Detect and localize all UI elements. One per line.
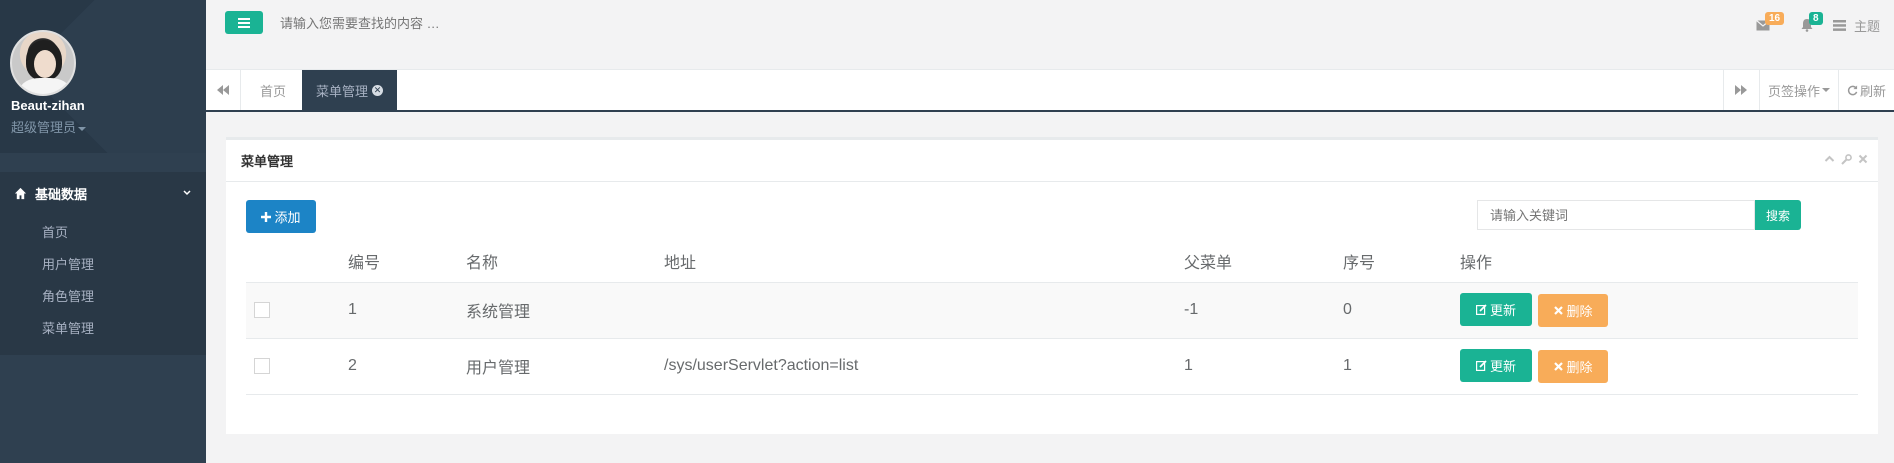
col-actions: 操作 bbox=[1460, 240, 1858, 283]
col-url: 地址 bbox=[664, 240, 1184, 283]
sidebar-item-home[interactable]: 首页 bbox=[42, 222, 68, 241]
page-ops-label: 页签操作 bbox=[1767, 83, 1820, 99]
menu-panel: 菜单管理 添加 搜索 编号 名称 地址 父菜单 序号 操作 bbox=[226, 137, 1878, 434]
cell-url: /sys/userServlet?action=list bbox=[664, 338, 1184, 395]
theme-label: 主题 bbox=[1853, 18, 1880, 34]
cell-id: 2 bbox=[348, 338, 466, 395]
tab-home[interactable]: 首页 bbox=[246, 70, 300, 110]
delete-button[interactable]: 删除 bbox=[1538, 294, 1609, 327]
update-label: 更新 bbox=[1489, 359, 1516, 374]
update-button[interactable]: 更新 bbox=[1460, 349, 1532, 382]
menu-toggle-button[interactable] bbox=[225, 11, 263, 34]
nav-group-basic-data[interactable]: 基础数据 bbox=[14, 183, 192, 203]
sidebar: Beaut-zihan 超级管理员 基础数据 首页 用户管理 角色管理 菜单管理 bbox=[0, 0, 206, 463]
keyword-search-input[interactable] bbox=[1477, 200, 1755, 230]
caret-down-icon bbox=[1821, 88, 1830, 92]
col-order: 序号 bbox=[1343, 240, 1460, 283]
update-label: 更新 bbox=[1489, 303, 1516, 318]
cell-order: 1 bbox=[1343, 338, 1460, 395]
delete-button[interactable]: 删除 bbox=[1538, 350, 1609, 383]
wrench-icon[interactable] bbox=[1841, 154, 1852, 165]
nav-section: 基础数据 首页 用户管理 角色管理 菜单管理 bbox=[0, 172, 206, 355]
col-id: 编号 bbox=[348, 240, 466, 283]
tab-label: 菜单管理 bbox=[316, 83, 369, 99]
cell-parent: -1 bbox=[1184, 282, 1343, 339]
tabs-scroll-left-button[interactable] bbox=[206, 70, 241, 110]
cell-parent: 1 bbox=[1184, 338, 1343, 395]
profile-header: Beaut-zihan 超级管理员 bbox=[0, 0, 206, 153]
tabs-scroll-right-button[interactable] bbox=[1722, 70, 1759, 110]
search-button[interactable]: 搜索 bbox=[1755, 200, 1801, 230]
cell-name: 系统管理 bbox=[466, 282, 664, 339]
forward-icon bbox=[1735, 85, 1748, 95]
row-checkbox[interactable] bbox=[254, 357, 270, 374]
edit-icon bbox=[1475, 304, 1487, 315]
edit-icon bbox=[1475, 360, 1487, 371]
close-icon[interactable] bbox=[1858, 154, 1868, 164]
refresh-label: 刷新 bbox=[1859, 83, 1886, 99]
messages-button[interactable]: 16 bbox=[1741, 0, 1785, 50]
username: Beaut-zihan bbox=[11, 98, 85, 113]
add-label: 添加 bbox=[274, 210, 301, 225]
tab-menu-management[interactable]: 菜单管理 ✕ bbox=[302, 70, 398, 110]
cell-order: 0 bbox=[1343, 282, 1460, 339]
messages-badge: 16 bbox=[1764, 12, 1785, 25]
tabs-bar: 首页 菜单管理 ✕ 页签操作 刷新 bbox=[206, 70, 1894, 112]
page-ops-dropdown[interactable]: 页签操作 bbox=[1758, 70, 1838, 110]
notifications-button[interactable]: 8 bbox=[1785, 0, 1829, 50]
row-checkbox[interactable] bbox=[254, 301, 270, 318]
delete-label: 删除 bbox=[1566, 360, 1593, 375]
update-button[interactable]: 更新 bbox=[1460, 293, 1532, 326]
panel-tools bbox=[1824, 154, 1868, 165]
chevron-down-icon bbox=[183, 190, 191, 196]
theme-button[interactable]: 主题 bbox=[1832, 16, 1880, 35]
col-name: 名称 bbox=[466, 240, 664, 283]
tabs-right-controls: 页签操作 刷新 bbox=[1722, 70, 1894, 110]
times-icon bbox=[1554, 306, 1564, 315]
topbar-right: 16 8 主题 bbox=[1741, 0, 1894, 50]
home-icon bbox=[14, 187, 27, 199]
notifications-badge: 8 bbox=[1808, 12, 1823, 25]
table-row: 2 用户管理 /sys/userServlet?action=list 1 1 … bbox=[246, 338, 1858, 395]
caret-down-icon bbox=[78, 126, 87, 131]
topbar: 16 8 主题 bbox=[206, 0, 1894, 70]
role-dropdown[interactable]: 超级管理员 bbox=[11, 117, 87, 136]
panel-title: 菜单管理 bbox=[226, 140, 1878, 182]
nav-group-label: 基础数据 bbox=[35, 186, 88, 202]
sidebar-item-menus[interactable]: 菜单管理 bbox=[42, 318, 94, 337]
bars-icon bbox=[238, 17, 250, 28]
col-select bbox=[246, 240, 348, 283]
times-icon bbox=[1554, 362, 1564, 371]
backward-icon bbox=[217, 85, 229, 95]
sidebar-item-roles[interactable]: 角色管理 bbox=[42, 286, 94, 305]
global-search-input[interactable] bbox=[280, 16, 580, 31]
col-parent: 父菜单 bbox=[1184, 240, 1343, 283]
tasks-icon bbox=[1832, 19, 1846, 31]
chevron-up-icon[interactable] bbox=[1824, 154, 1835, 164]
cell-name: 用户管理 bbox=[466, 338, 664, 395]
panel-title-text: 菜单管理 bbox=[241, 154, 294, 169]
close-icon[interactable]: ✕ bbox=[372, 84, 384, 96]
add-button[interactable]: 添加 bbox=[246, 200, 316, 233]
refresh-button[interactable]: 刷新 bbox=[1837, 70, 1894, 110]
menu-table: 编号 名称 地址 父菜单 序号 操作 1 系统管理 -1 0 更新 删除 2 用… bbox=[246, 240, 1858, 395]
sidebar-item-users[interactable]: 用户管理 bbox=[42, 254, 94, 273]
plus-icon bbox=[261, 211, 272, 222]
table-row: 1 系统管理 -1 0 更新 删除 bbox=[246, 282, 1858, 339]
delete-label: 删除 bbox=[1566, 304, 1593, 319]
cell-id: 1 bbox=[348, 282, 466, 339]
avatar[interactable] bbox=[10, 30, 76, 96]
refresh-icon bbox=[1847, 84, 1858, 95]
role-label: 超级管理员 bbox=[11, 120, 77, 135]
table-header-row: 编号 名称 地址 父菜单 序号 操作 bbox=[246, 240, 1858, 283]
cell-url bbox=[664, 282, 1184, 339]
